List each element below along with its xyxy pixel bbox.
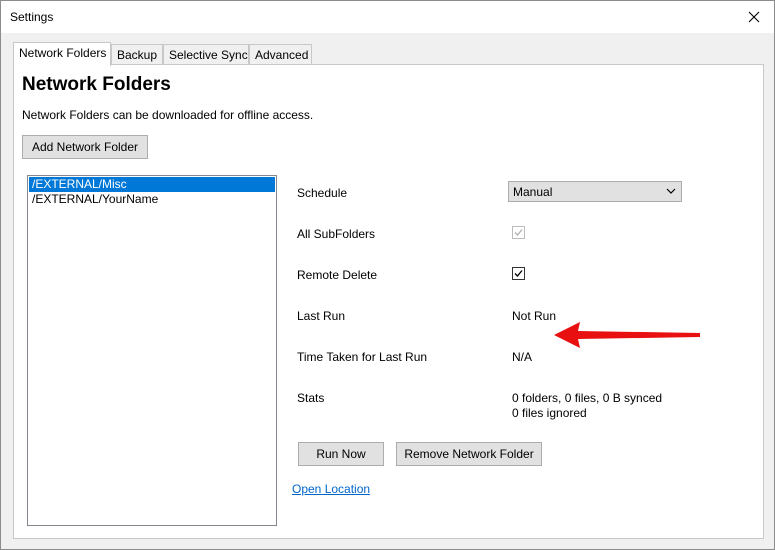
settings-window: Settings Network Folders Backup Selectiv…	[0, 0, 775, 550]
remove-network-folder-button[interactable]: Remove Network Folder	[396, 442, 542, 466]
schedule-select[interactable]: Manual	[508, 181, 682, 202]
list-item-yourname[interactable]: /EXTERNAL/YourName	[29, 192, 275, 207]
checkmark-icon	[514, 270, 523, 277]
stats-line-1: 0 folders, 0 files, 0 B synced	[512, 391, 663, 405]
folder-list[interactable]: /EXTERNAL/Misc /EXTERNAL/YourName	[27, 175, 277, 526]
time-taken-label: Time Taken for Last Run	[297, 350, 428, 364]
panel-description: Network Folders can be downloaded for of…	[22, 108, 314, 122]
open-location-link[interactable]: Open Location	[292, 482, 370, 496]
tab-backup[interactable]: Backup	[111, 44, 163, 64]
stats-label: Stats	[297, 391, 325, 405]
add-network-folder-button[interactable]: Add Network Folder	[22, 135, 148, 159]
stats-line-2: 0 files ignored	[512, 406, 587, 420]
all-subfolders-label: All SubFolders	[297, 227, 376, 241]
remote-delete-label: Remote Delete	[297, 268, 378, 282]
network-folders-panel: Network Folders Network Folders can be d…	[13, 64, 764, 539]
chevron-down-icon	[666, 188, 676, 194]
all-subfolders-checkbox[interactable]	[512, 226, 525, 239]
time-taken-value: N/A	[512, 350, 533, 364]
list-item-misc[interactable]: /EXTERNAL/Misc	[29, 177, 275, 192]
schedule-label: Schedule	[297, 186, 348, 200]
last-run-value: Not Run	[512, 309, 557, 323]
run-now-button[interactable]: Run Now	[298, 442, 384, 466]
window-title: Settings	[10, 10, 54, 24]
title-bar: Settings	[1, 1, 774, 33]
red-arrow-annotation	[554, 322, 700, 348]
tab-network-folders[interactable]: Network Folders	[13, 42, 111, 66]
close-icon	[748, 11, 760, 23]
schedule-value: Manual	[513, 185, 553, 199]
remote-delete-checkbox[interactable]	[512, 267, 525, 280]
tab-selective-sync[interactable]: Selective Sync	[163, 44, 249, 64]
tab-advanced[interactable]: Advanced	[249, 44, 312, 64]
page-title: Network Folders	[22, 74, 171, 95]
checkmark-icon	[514, 229, 523, 236]
last-run-label: Last Run	[297, 309, 346, 323]
close-button[interactable]	[734, 1, 774, 33]
